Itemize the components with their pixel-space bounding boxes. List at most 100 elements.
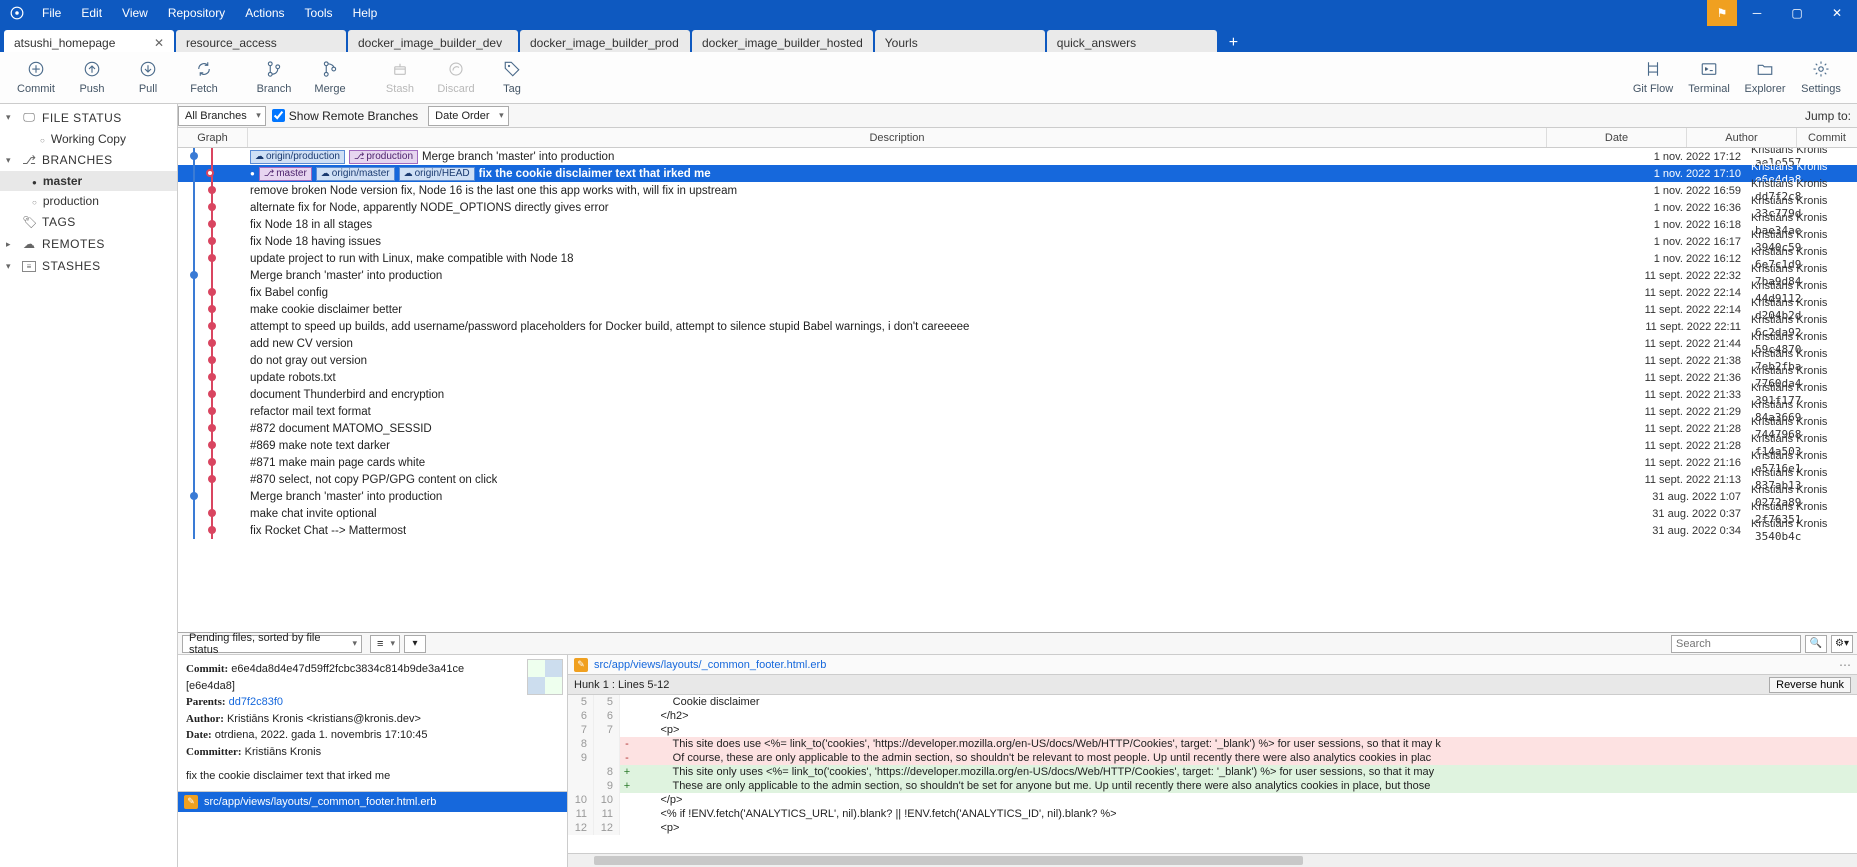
horizontal-scrollbar[interactable] (568, 853, 1857, 867)
diff-file-path[interactable]: src/app/views/layouts/_common_footer.htm… (594, 659, 826, 671)
diff-line[interactable]: 8- This site does use <%= link_to('cooki… (568, 737, 1857, 751)
notification-flag-icon[interactable]: ⚑ (1707, 0, 1737, 26)
sort-order-dropdown[interactable]: Date Order (428, 106, 508, 126)
col-graph[interactable]: Graph (178, 128, 248, 147)
repo-tab[interactable]: quick_answers (1047, 30, 1217, 52)
commit-row[interactable]: document Thunderbird and encryption11 se… (178, 386, 1857, 403)
menu-help[interactable]: Help (345, 2, 386, 24)
commit-row[interactable]: make cookie disclaimer better11 sept. 20… (178, 301, 1857, 318)
file-sort-dropdown[interactable]: Pending files, sorted by file status (182, 635, 362, 653)
commit-row[interactable]: make chat invite optional31 aug. 2022 0:… (178, 505, 1857, 522)
diff-line[interactable]: 55 Cookie disclaimer (568, 695, 1857, 709)
repo-tab[interactable]: docker_image_builder_dev (348, 30, 518, 52)
commit-row[interactable]: #872 document MATOMO_SESSID11 sept. 2022… (178, 420, 1857, 437)
settings-dropdown-button[interactable]: ⚙▾ (1831, 635, 1853, 653)
commit-row[interactable]: ☁origin/production⎇productionMerge branc… (178, 148, 1857, 165)
gitflow-button[interactable]: Git Flow (1625, 54, 1681, 102)
minimize-button[interactable]: ─ (1737, 0, 1777, 26)
commit-row[interactable]: #869 make note text darker11 sept. 2022 … (178, 437, 1857, 454)
ref-badge[interactable]: ⎇production (349, 150, 418, 164)
commit-row[interactable]: update project to run with Linux, make c… (178, 250, 1857, 267)
ref-badge[interactable]: ☁origin/master (316, 167, 395, 181)
tag-button[interactable]: Tag (484, 54, 540, 102)
ref-badge[interactable]: ☁origin/HEAD (399, 167, 475, 181)
section-file-status[interactable]: ▾🖵 FILE STATUS (0, 106, 177, 129)
commit-button[interactable]: Commit (8, 54, 64, 102)
repo-tab[interactable]: resource_access (176, 30, 346, 52)
commit-row[interactable]: #870 select, not copy PGP/GPG content on… (178, 471, 1857, 488)
section-stashes[interactable]: ▾≡ STASHES (0, 255, 177, 277)
commit-row[interactable]: Merge branch 'master' into production31 … (178, 488, 1857, 505)
commit-history-list[interactable]: ☁origin/production ⎇production Merge branc… (178, 148, 1857, 632)
branch-filter-dropdown[interactable]: All Branches (178, 106, 266, 126)
ref-badge[interactable]: ☁origin/production (250, 150, 345, 164)
commit-row[interactable]: fix Node 18 in all stages1 nov. 2022 16:… (178, 216, 1857, 233)
commit-row[interactable]: fix Node 18 having issues1 nov. 2022 16:… (178, 233, 1857, 250)
close-tab-icon[interactable]: ✕ (154, 36, 164, 50)
diff-line[interactable]: 1212 <p> (568, 821, 1857, 835)
discard-button: Discard (428, 54, 484, 102)
repo-tab[interactable]: Yourls (875, 30, 1045, 52)
sidebar-branch-item[interactable]: production (0, 191, 177, 211)
col-date[interactable]: Date (1547, 128, 1687, 147)
diff-line[interactable]: 8+ This site only uses <%= link_to('cook… (568, 765, 1857, 779)
detail-search-input[interactable] (1671, 635, 1801, 653)
search-button[interactable]: 🔍 (1805, 635, 1827, 653)
commit-row[interactable]: refactor mail text format11 sept. 2022 2… (178, 403, 1857, 420)
repo-tab[interactable]: atsushi_homepage✕ (4, 30, 174, 52)
sidebar-item-working-copy[interactable]: Working Copy (0, 129, 177, 149)
diff-options-button[interactable]: ⋯ (1839, 658, 1851, 672)
parent-commit-link[interactable]: dd7f2c83f0 (229, 696, 283, 708)
diff-line[interactable]: 9- Of course, these are only applicable … (568, 751, 1857, 765)
repo-tab[interactable]: docker_image_builder_prod (520, 30, 690, 52)
menu-tools[interactable]: Tools (297, 2, 341, 24)
commit-row[interactable]: remove broken Node version fix, Node 16 … (178, 182, 1857, 199)
commit-row[interactable]: do not gray out version11 sept. 2022 21:… (178, 352, 1857, 369)
commit-row[interactable]: fix Babel config11 sept. 2022 22:14Krist… (178, 284, 1857, 301)
menu-file[interactable]: File (34, 2, 69, 24)
branch-button[interactable]: Branch (246, 54, 302, 102)
commit-row[interactable]: ●⎇master☁origin/master☁origin/HEADfix th… (178, 165, 1857, 182)
commit-row[interactable]: #871 make main page cards white11 sept. … (178, 454, 1857, 471)
section-branches[interactable]: ▾⎇ BRANCHES (0, 149, 177, 171)
commit-row[interactable]: alternate fix for Node, apparently NODE_… (178, 199, 1857, 216)
merge-button[interactable]: Merge (302, 54, 358, 102)
commit-row[interactable]: Merge branch 'master' into production11 … (178, 267, 1857, 284)
menu-edit[interactable]: Edit (73, 2, 110, 24)
maximize-button[interactable]: ▢ (1777, 0, 1817, 26)
section-remotes[interactable]: ▸☁ REMOTES (0, 233, 177, 255)
diff-line[interactable]: 9+ These are only applicable to the admi… (568, 779, 1857, 793)
commit-row[interactable]: attempt to speed up builds, add username… (178, 318, 1857, 335)
reverse-hunk-button[interactable]: Reverse hunk (1769, 677, 1851, 693)
settings-button[interactable]: Settings (1793, 54, 1849, 102)
sidebar-branch-item[interactable]: master (0, 171, 177, 191)
menu-actions[interactable]: Actions (237, 2, 292, 24)
fetch-button[interactable]: Fetch (176, 54, 232, 102)
section-tags[interactable]: 🏷 TAGS (0, 211, 177, 233)
col-commit[interactable]: Commit (1797, 128, 1857, 147)
file-view-dropdown[interactable]: ≡ (370, 635, 400, 653)
push-button[interactable]: Push (64, 54, 120, 102)
repo-tab[interactable]: docker_image_builder_hosted (692, 30, 873, 52)
close-button[interactable]: ✕ (1817, 0, 1857, 26)
commit-row[interactable]: fix Rocket Chat --> Mattermost31 aug. 20… (178, 522, 1857, 539)
changed-file-row[interactable]: ✎ src/app/views/layouts/_common_footer.h… (178, 792, 567, 812)
diff-line[interactable]: 1111 <% if !ENV.fetch('ANALYTICS_URL', n… (568, 807, 1857, 821)
ref-badge[interactable]: ⎇master (259, 167, 312, 181)
diff-line[interactable]: 1010 </p> (568, 793, 1857, 807)
file-options-button[interactable]: ▾ (404, 635, 426, 653)
diff-line[interactable]: 77 <p> (568, 723, 1857, 737)
menu-view[interactable]: View (114, 2, 156, 24)
commit-row[interactable]: add new CV version11 sept. 2022 21:44Kri… (178, 335, 1857, 352)
explorer-button[interactable]: Explorer (1737, 54, 1793, 102)
col-description[interactable]: Description (248, 128, 1547, 147)
show-remote-checkbox[interactable]: Show Remote Branches (272, 109, 418, 123)
col-author[interactable]: Author (1687, 128, 1797, 147)
menu-repository[interactable]: Repository (160, 2, 233, 24)
terminal-button[interactable]: Terminal (1681, 54, 1737, 102)
diff-viewer[interactable]: 55 Cookie disclaimer66 </h2>77 <p>8- Thi… (568, 695, 1857, 853)
add-tab-button[interactable]: + (1219, 34, 1248, 52)
commit-row[interactable]: update robots.txt11 sept. 2022 21:36Kris… (178, 369, 1857, 386)
pull-button[interactable]: Pull (120, 54, 176, 102)
diff-line[interactable]: 66 </h2> (568, 709, 1857, 723)
